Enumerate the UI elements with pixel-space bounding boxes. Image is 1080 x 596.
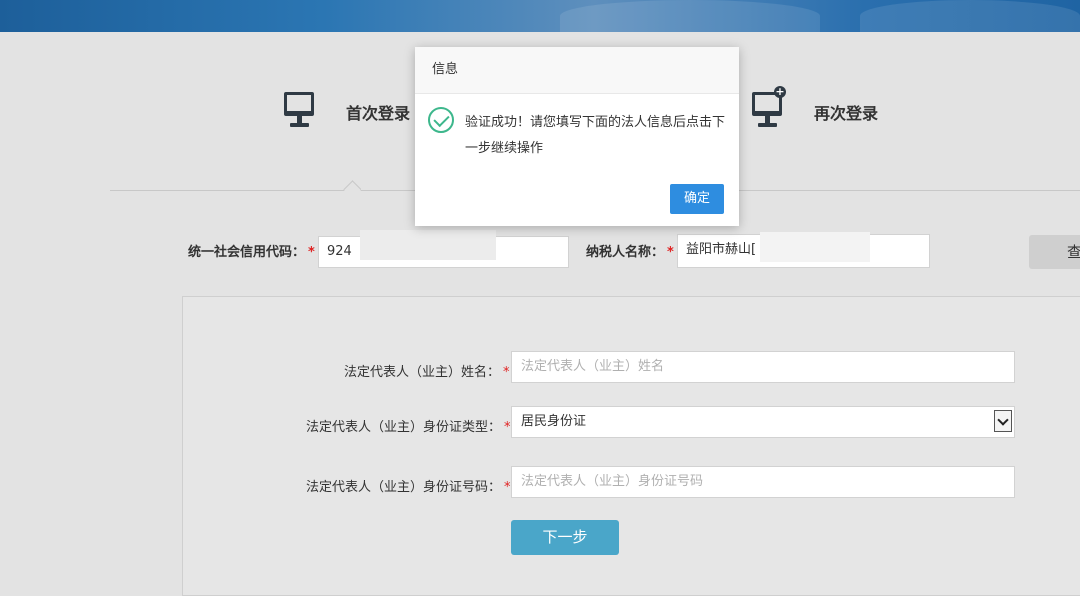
banner-decoration (860, 0, 1080, 32)
taxpayer-name-label: 纳税人名称： * (586, 245, 674, 260)
dialog-message: 验证成功！请您填写下面的法人信息后点击下一步继续操作 (465, 115, 726, 156)
check-circle-icon (428, 107, 454, 133)
legal-name-input[interactable]: 法定代表人（业主）姓名 (511, 351, 1015, 383)
credit-code-label: 统一社会信用代码： * (188, 245, 315, 260)
top-banner (0, 0, 1080, 32)
taxpayer-name-value: 益阳市赫山[ (686, 242, 757, 257)
legal-rep-form-panel (182, 296, 1080, 596)
id-type-select[interactable]: 居民身份证 (511, 406, 1015, 438)
id-type-value: 居民身份证 (521, 414, 587, 429)
tab-again-login-label: 再次登录 (814, 104, 879, 123)
monitor-icon (282, 92, 318, 132)
next-step-button[interactable]: 下一步 (511, 520, 619, 555)
redaction-mask (760, 232, 870, 262)
tab-again-login[interactable]: + 再次登录 (750, 86, 879, 132)
tab-first-login[interactable]: 首次登录 (282, 92, 410, 132)
dialog-title: 信息 (415, 47, 739, 94)
query-button[interactable]: 查 (1029, 235, 1080, 269)
monitor-plus-icon: + (750, 86, 786, 132)
credit-code-value: 924 (327, 244, 352, 259)
banner-decoration (560, 0, 820, 32)
id-type-label: 法定代表人（业主）身份证类型： * (306, 420, 511, 435)
info-dialog: 信息 验证成功！请您填写下面的法人信息后点击下一步继续操作 确定 (415, 47, 739, 226)
required-mark: * (504, 420, 511, 435)
active-tab-indicator (343, 174, 361, 192)
tab-first-login-label: 首次登录 (346, 104, 411, 123)
ok-button[interactable]: 确定 (670, 184, 724, 214)
id-number-input[interactable]: 法定代表人（业主）身份证号码 (511, 466, 1015, 498)
redaction-mask (360, 230, 496, 260)
required-mark: * (503, 365, 510, 380)
required-mark: * (667, 245, 674, 260)
legal-name-label: 法定代表人（业主）姓名： * (344, 365, 510, 380)
required-mark: * (308, 245, 315, 260)
id-number-label: 法定代表人（业主）身份证号码： * (306, 480, 511, 495)
required-mark: * (504, 480, 511, 495)
chevron-down-icon[interactable] (994, 410, 1012, 432)
